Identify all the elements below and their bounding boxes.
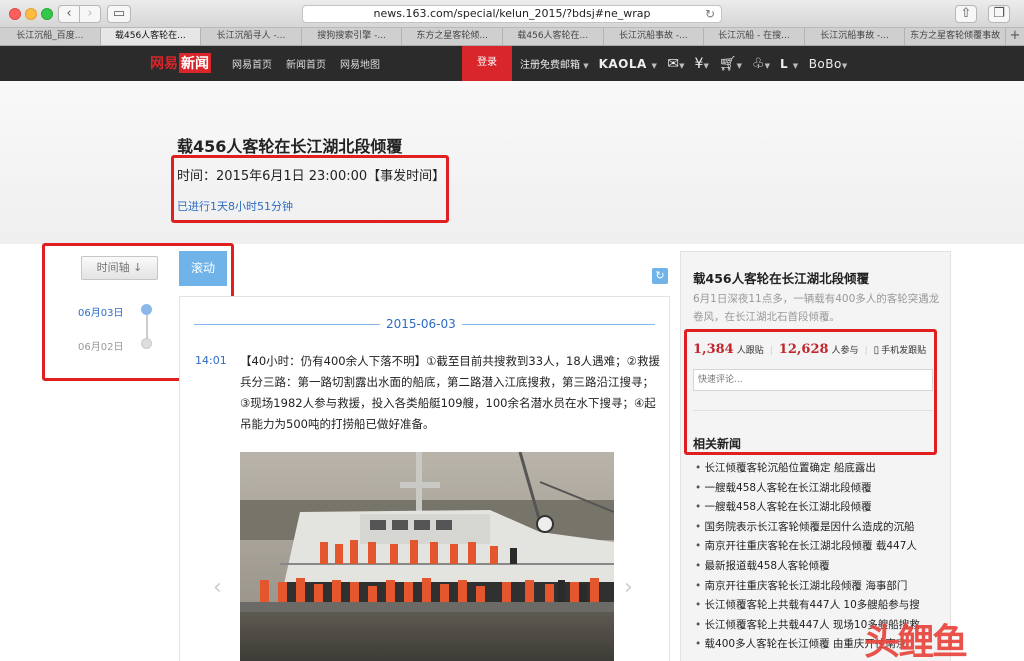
bobo-link[interactable]: BoBo▼: [809, 57, 848, 71]
address-bar[interactable]: news.163.com/special/kelun_2015/?bdsj#ne…: [302, 5, 722, 23]
browser-toolbar: ‹ › ▭ news.163.com/special/kelun_2015/?b…: [0, 0, 1024, 28]
netease-news-logo[interactable]: 网易 新闻: [150, 53, 211, 73]
new-tab-button[interactable]: +: [1006, 28, 1024, 45]
close-window-button[interactable]: [9, 8, 21, 20]
browser-tab-active[interactable]: 载456人客轮在...: [100, 28, 202, 45]
link-news-home[interactable]: 新闻首页: [286, 56, 326, 71]
tab-bar: 长江沉船_百度... 载456人客轮在... 长江沉船寻人 -... 搜狗搜索引…: [0, 28, 1024, 46]
site-topbar: 网易 新闻 网易首页 新闻首页 网易地图 登录 注册免费邮箱 ▼ KAOLA ▼…: [0, 46, 1024, 84]
cart-icon[interactable]: 🛒︎▼: [719, 56, 742, 72]
reload-icon[interactable]: ↻: [705, 6, 715, 22]
login-button[interactable]: 登录: [462, 46, 512, 84]
back-button[interactable]: ‹: [58, 5, 80, 23]
article-header: 载456人客轮在长江湖北段倾覆 时间：2015年6月1日 23:00:00【事发…: [0, 81, 1024, 244]
day-label: 2015-06-03: [380, 317, 462, 331]
right-panel: 载456人客轮在长江湖北段倾覆 6月1日深夜11点多，一辆载有400多人的客轮突…: [680, 251, 951, 661]
browser-tab[interactable]: 搜狗搜索引擎 -...: [302, 28, 403, 45]
browser-tab[interactable]: 长江沉船寻人 -...: [201, 28, 302, 45]
refresh-icon[interactable]: ↻: [652, 268, 668, 284]
browser-tab[interactable]: 长江沉船事故 -...: [604, 28, 705, 45]
link-netease-map[interactable]: 网易地图: [340, 56, 380, 71]
related-news-item[interactable]: 南京开往重庆客轮长江湖北段倾覆 海事部门: [695, 577, 920, 597]
chevron-down-icon: ▼: [792, 61, 799, 70]
chevron-down-icon: ▼: [841, 61, 848, 70]
link-netease-home[interactable]: 网易首页: [232, 56, 272, 71]
sidebar-toggle-icon[interactable]: ▭: [107, 5, 131, 23]
watermark-text: 头鲤鱼: [864, 622, 968, 661]
tab-overview-icon[interactable]: ❐: [988, 5, 1010, 23]
lottery-icon[interactable]: ♧▼: [752, 56, 770, 72]
live-feed: 2015-06-03 14:01 【40小时：仍有400余人下落不明】①截至目前…: [179, 296, 670, 661]
highlight-box: [171, 155, 449, 223]
entry-text: 【40小时：仍有400余人下落不明】①截至目前共搜救到33人，18人遇难；②救援…: [240, 354, 660, 431]
zoom-window-button[interactable]: [41, 8, 53, 20]
share-icon[interactable]: ⇧: [955, 5, 977, 23]
entry-time: 14:01: [195, 354, 227, 367]
related-news-item[interactable]: 南京开往重庆客轮在长江湖北段倾覆 载447人: [695, 537, 920, 557]
forward-button[interactable]: ›: [79, 5, 101, 23]
highlight-box: [684, 329, 937, 455]
topic-description: 6月1日深夜11点多，一辆载有400多人的客轮突遇龙卷风，在长江湖北石首段倾覆。: [693, 293, 940, 323]
topic-title[interactable]: 载456人客轮在长江湖北段倾覆: [693, 268, 869, 287]
related-news-item[interactable]: 一艘载458人客轮在长江湖北段倾覆: [695, 498, 920, 518]
browser-tab[interactable]: 长江沉船_百度...: [0, 28, 101, 45]
page-title: 载456人客轮在长江湖北段倾覆: [177, 137, 403, 156]
rescue-photo[interactable]: [240, 452, 614, 661]
yen-icon[interactable]: ¥▼: [695, 56, 709, 72]
related-news-item[interactable]: 国务院表示长江客轮倾覆是因什么造成的沉船: [695, 518, 920, 538]
browser-tab[interactable]: 长江沉船 - 在搜...: [704, 28, 805, 45]
chevron-left-icon[interactable]: ‹: [213, 575, 222, 600]
browser-tab[interactable]: 东方之星客轮倾覆事故: [905, 28, 1006, 45]
related-news-item[interactable]: 一艘载458人客轮在长江湖北段倾覆: [695, 479, 920, 499]
related-news-item[interactable]: 最新报道载458人客轮倾覆: [695, 557, 920, 577]
browser-tab[interactable]: 东方之星客轮倾...: [402, 28, 503, 45]
url-text: news.163.com/special/kelun_2015/?bdsj#ne…: [373, 7, 651, 20]
kaola-link[interactable]: KAOLA ▼: [599, 57, 658, 71]
related-news-item[interactable]: 长江倾覆客轮沉船位置确定 船底露出: [695, 459, 920, 479]
chevron-down-icon: ▼: [651, 61, 658, 70]
chevron-right-icon[interactable]: ›: [624, 575, 633, 600]
mail-icon[interactable]: ✉▼: [667, 56, 684, 72]
browser-tab[interactable]: 长江沉船事故 -...: [805, 28, 906, 45]
minimize-window-button[interactable]: [25, 8, 37, 20]
chevron-down-icon: ▼: [583, 62, 589, 70]
browser-tab[interactable]: 载456人客轮在...: [503, 28, 604, 45]
user-menu[interactable]: L ▼: [780, 57, 799, 71]
register-email-link[interactable]: 注册免费邮箱 ▼: [520, 56, 589, 71]
